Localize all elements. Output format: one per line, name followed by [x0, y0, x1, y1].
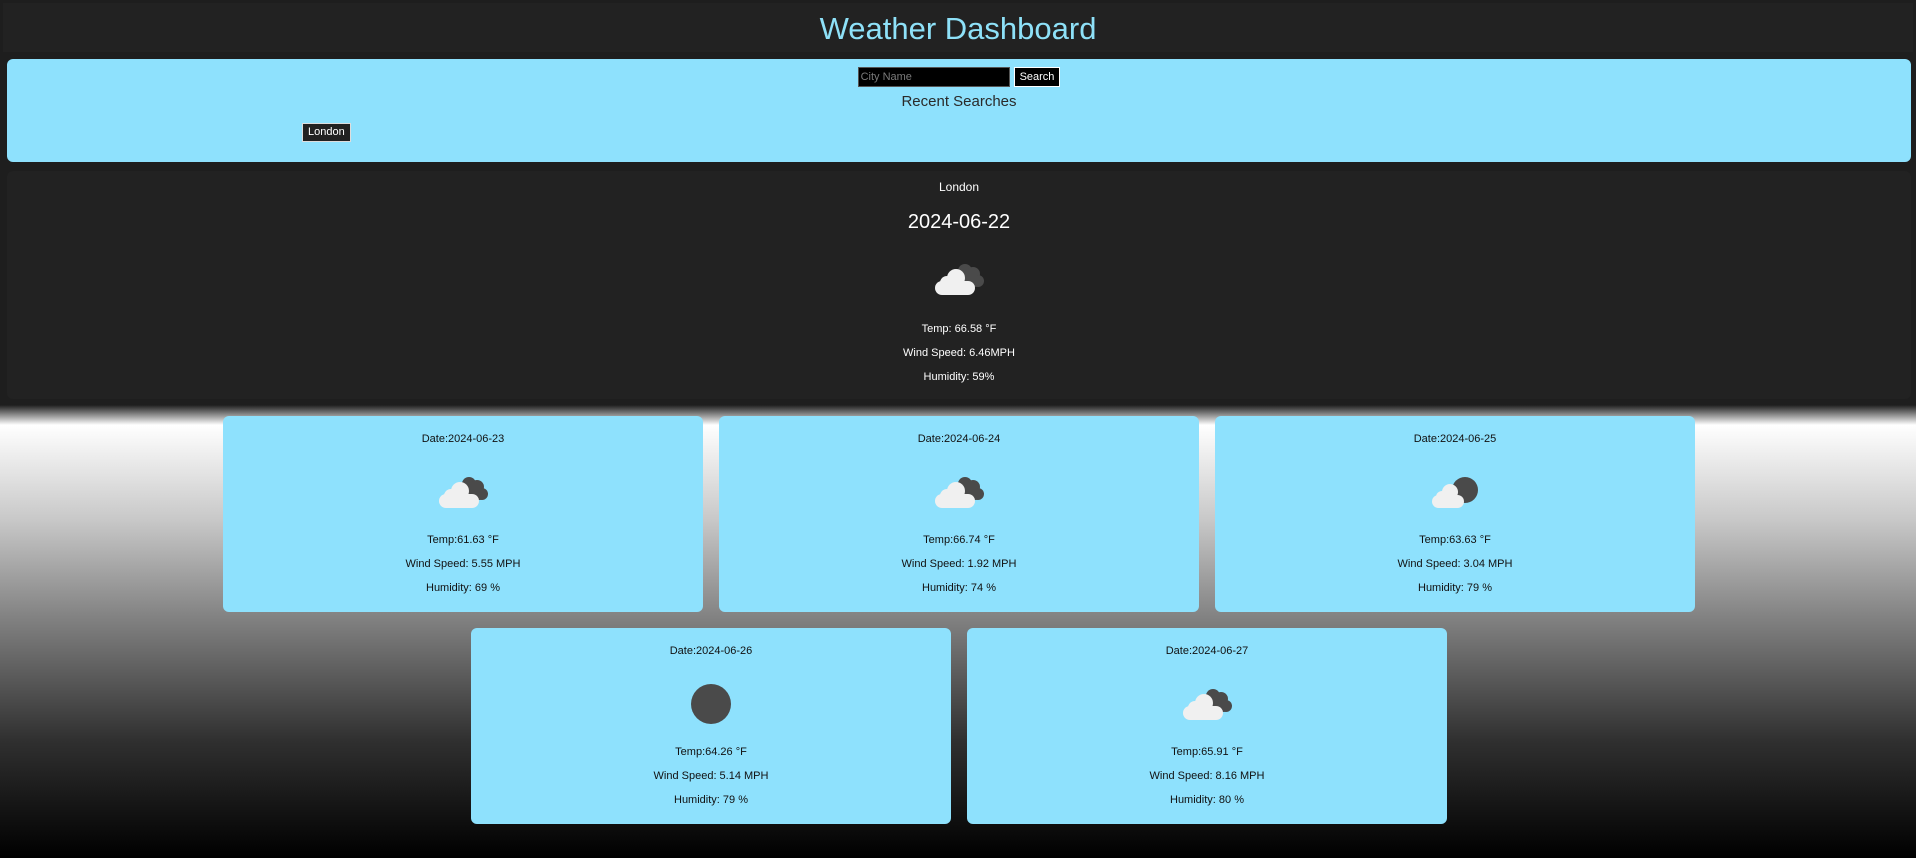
forecast-temp: Temp:65.91 °F: [1171, 746, 1243, 758]
forecast-card: Date:2024-06-27 Temp:65.91 °F Wind Speed…: [967, 628, 1447, 824]
broken-clouds-icon: [439, 477, 488, 508]
search-panel: Search Recent Searches London: [7, 59, 1911, 162]
forecast-humidity: Humidity: 79 %: [674, 794, 748, 806]
forecast-humidity: Humidity: 74 %: [922, 582, 996, 594]
forecast-wind: Wind Speed: 3.04 MPH: [1397, 558, 1513, 570]
current-weather-panel: London 2024-06-22 Temp: 66.58 °F Wind Sp…: [7, 171, 1911, 399]
current-humidity: Humidity: 59%: [923, 371, 995, 383]
recent-search-london-button[interactable]: London: [302, 123, 351, 142]
forecast-humidity: Humidity: 79 %: [1418, 582, 1492, 594]
search-form: Search: [7, 67, 1911, 87]
forecast-temp: Temp:61.63 °F: [427, 534, 499, 546]
forecast-humidity: Humidity: 69 %: [426, 582, 500, 594]
forecast-card: Date:2024-06-24 Temp:66.74 °F Wind Speed…: [719, 416, 1199, 612]
forecast-wind: Wind Speed: 8.16 MPH: [1149, 770, 1265, 782]
forecast-temp: Temp:64.26 °F: [675, 746, 747, 758]
header-bar: Weather Dashboard: [3, 3, 1913, 52]
forecast-card: Date:2024-06-26 Temp:64.26 °F Wind Speed…: [471, 628, 951, 824]
current-date: 2024-06-22: [907, 211, 1011, 233]
forecast-date: Date:2024-06-23: [421, 433, 505, 445]
forecast-date: Date:2024-06-25: [1413, 433, 1497, 445]
forecast-date: Date:2024-06-27: [1165, 645, 1249, 657]
broken-clouds-icon: [935, 264, 984, 295]
forecast-wind: Wind Speed: 5.14 MPH: [653, 770, 769, 782]
forecast-card: Date:2024-06-25 Temp:63.63 °F Wind Speed…: [1215, 416, 1695, 612]
city-search-input[interactable]: [857, 67, 1010, 87]
forecast-temp: Temp:63.63 °F: [1419, 534, 1491, 546]
clear-night-icon: [691, 684, 731, 724]
forecast-card: Date:2024-06-23 Temp:61.63 °F Wind Speed…: [223, 416, 703, 612]
forecast-date: Date:2024-06-24: [917, 433, 1001, 445]
forecast-wind: Wind Speed: 1.92 MPH: [901, 558, 1017, 570]
page-title: Weather Dashboard: [819, 11, 1097, 46]
search-button[interactable]: Search: [1013, 67, 1061, 87]
forecast-temp: Temp:66.74 °F: [923, 534, 995, 546]
current-wind: Wind Speed: 6.46MPH: [903, 347, 1015, 359]
current-temp: Temp: 66.58 °F: [921, 323, 997, 335]
recent-searches-heading: Recent Searches: [901, 93, 1017, 110]
few-clouds-night-icon: [1432, 477, 1478, 508]
forecast-date: Date:2024-06-26: [669, 645, 753, 657]
current-city: London: [938, 180, 980, 194]
forecast-humidity: Humidity: 80 %: [1170, 794, 1244, 806]
forecast-wind: Wind Speed: 5.55 MPH: [405, 558, 521, 570]
broken-clouds-icon: [1183, 689, 1232, 720]
broken-clouds-icon: [935, 477, 984, 508]
